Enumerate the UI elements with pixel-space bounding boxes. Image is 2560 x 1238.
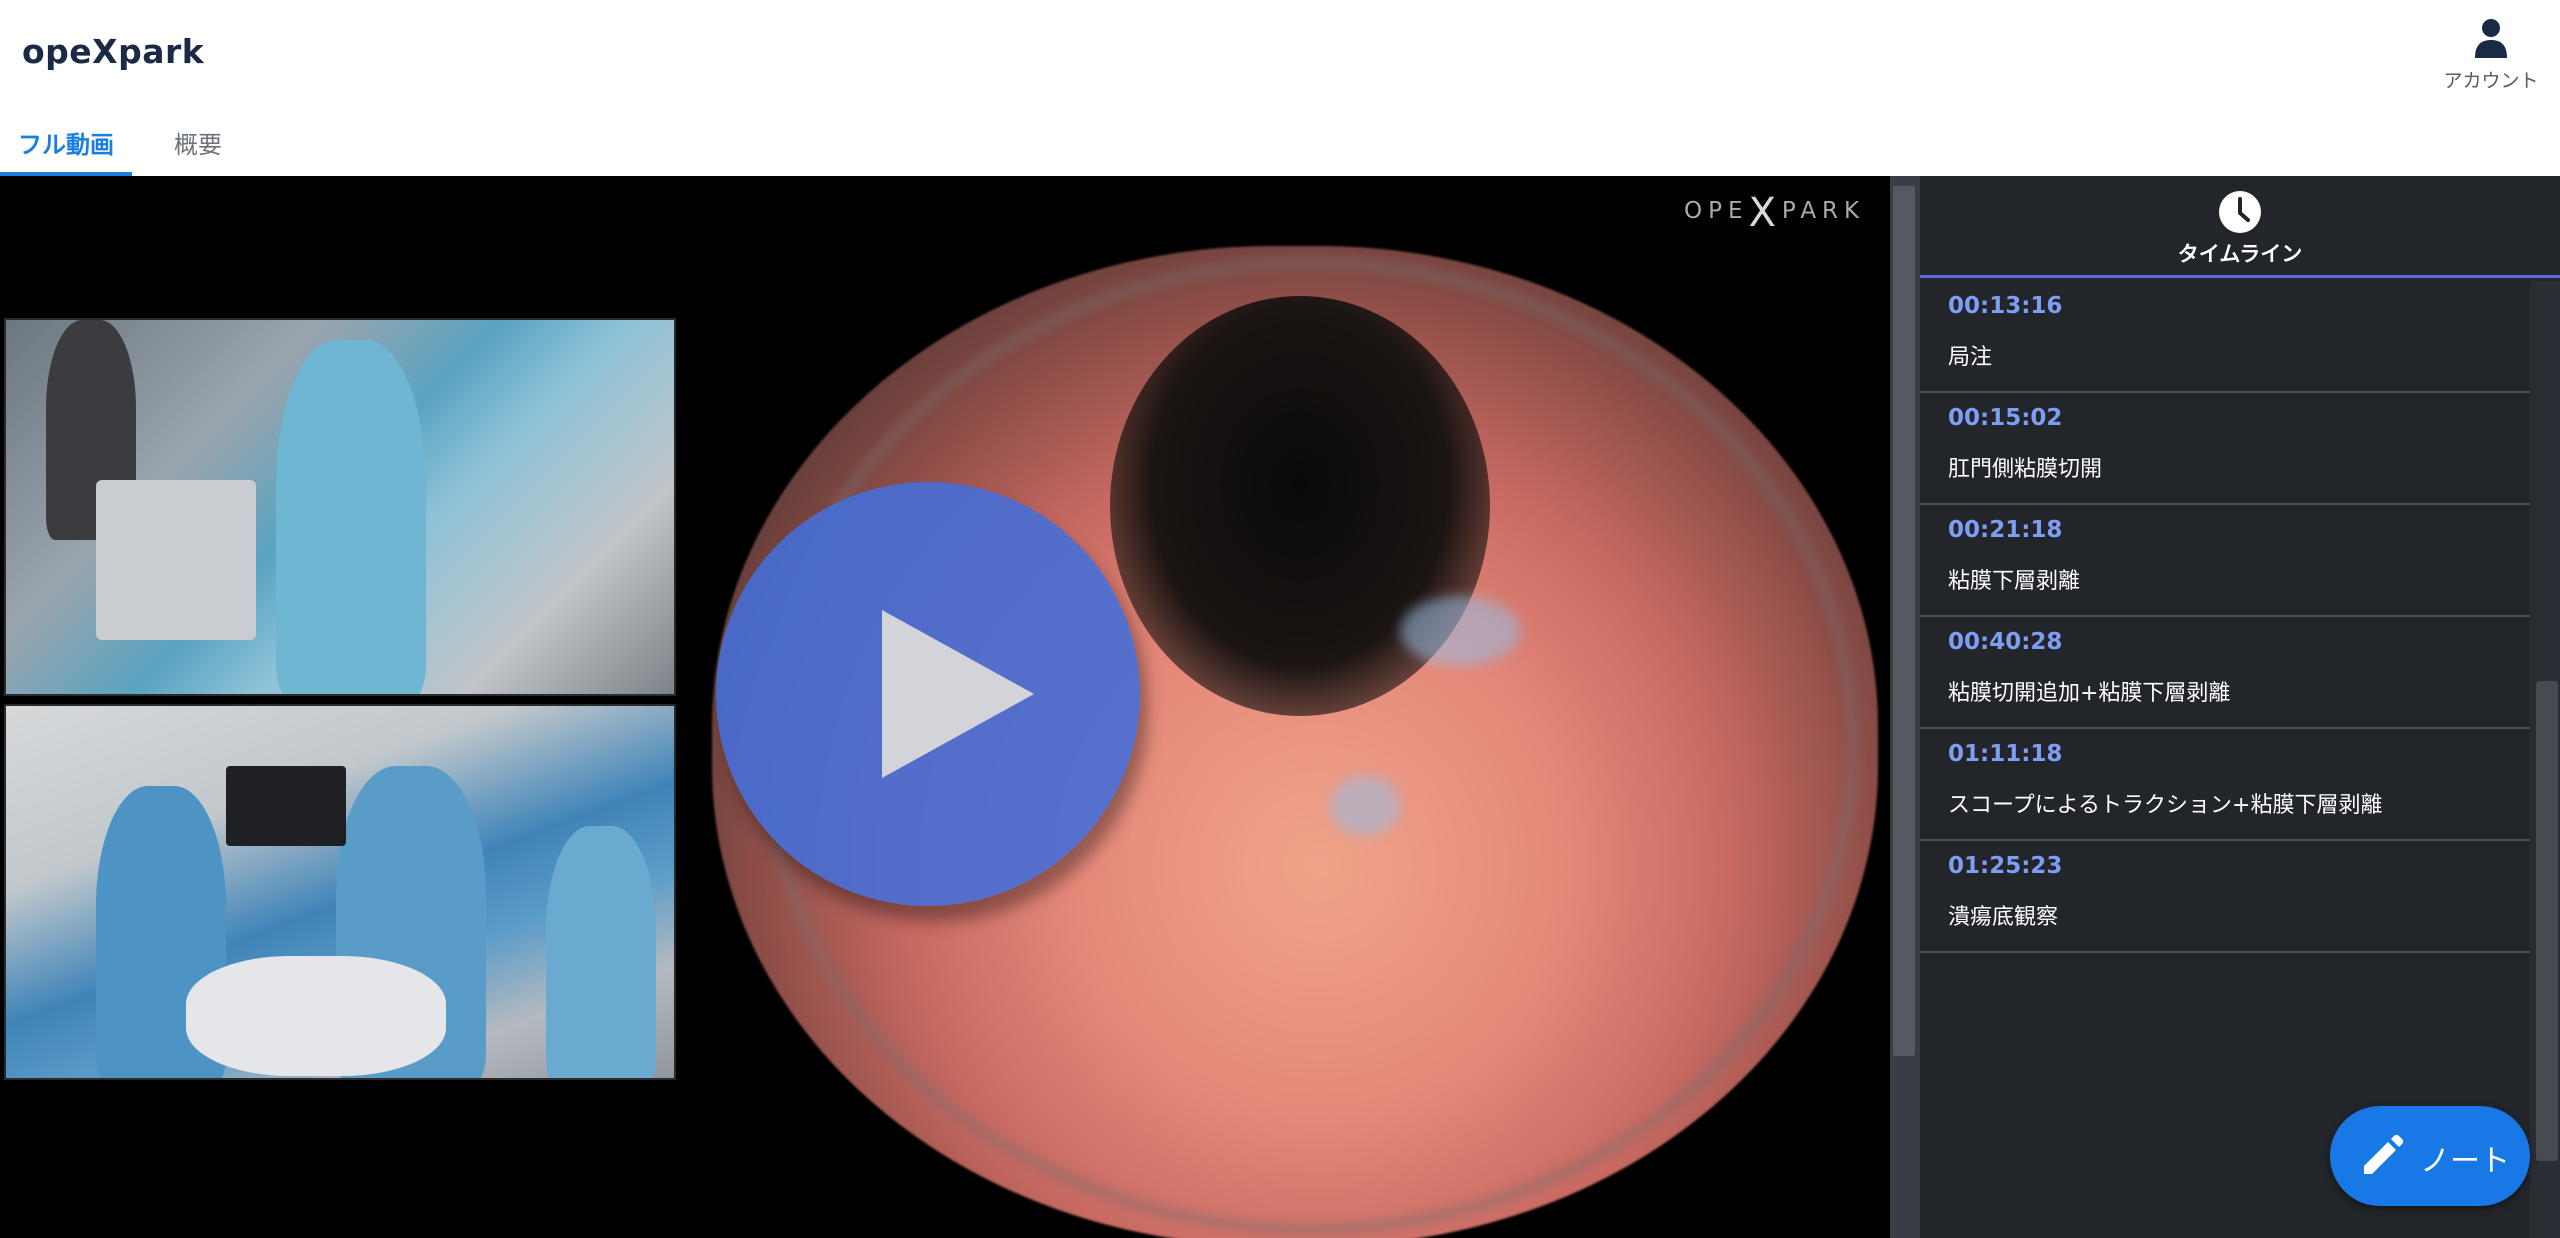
video-player[interactable]: OPEXPARK (0, 176, 1890, 1238)
pencil-icon (2364, 1134, 2404, 1174)
user-icon (2475, 19, 2507, 58)
timeline-title: タイムライン (2177, 242, 2303, 266)
timeline-scrollbar-thumb[interactable] (2536, 681, 2558, 1161)
timeline-item[interactable]: 00:21:18 粘膜下層剥離 (1920, 505, 2530, 617)
staff-figure (276, 340, 426, 694)
clock-icon (2219, 191, 2261, 233)
opexpark-watermark: OPEXPARK (1684, 190, 1866, 236)
timeline-item-time: 00:13:16 (1948, 293, 2063, 319)
timeline-item[interactable]: 01:25:23 潰瘍底観察 (1920, 841, 2530, 953)
equipment (96, 480, 256, 640)
play-icon (882, 610, 1034, 778)
timeline-item[interactable]: 00:13:16 局注 (1920, 281, 2530, 393)
account-button[interactable]: アカウント (2438, 18, 2544, 108)
tab-full-video[interactable]: フル動画 (0, 114, 132, 176)
timeline-item-label: 粘膜切開追加+粘膜下層剥離 (1948, 681, 2231, 706)
timeline-panel: タイムライン 00:13:16 局注 00:15:02 肛門側粘膜切開 00:2… (1920, 176, 2560, 1238)
video-scrollbar-thumb[interactable] (1893, 186, 1915, 1056)
camera-inset-bottom (4, 704, 676, 1080)
timeline-item[interactable]: 01:11:18 スコープによるトラクション+粘膜下層剥離 (1920, 729, 2530, 841)
camera-inset-top (4, 318, 676, 696)
timeline-item-time: 00:21:18 (1948, 517, 2063, 543)
timeline-item-time: 00:15:02 (1948, 405, 2063, 431)
timeline-item-label: 肛門側粘膜切開 (1948, 457, 2103, 482)
video-scrollbar[interactable] (1890, 176, 1920, 1238)
timeline-item-label: 粘膜下層剥離 (1948, 569, 2081, 594)
timeline-item-time: 01:11:18 (1948, 741, 2063, 767)
tab-bar: フル動画 概要 (0, 114, 2560, 176)
timeline-scrollbar[interactable] (2530, 281, 2560, 1238)
app-logo[interactable]: opeXpark (22, 32, 204, 71)
note-button[interactable]: ノート (2330, 1106, 2530, 1206)
play-button[interactable] (716, 482, 1140, 906)
timeline-item-time: 01:25:23 (1948, 853, 2063, 879)
patient (186, 956, 446, 1076)
timeline-item-label: 局注 (1948, 345, 1993, 370)
timeline-item-label: スコープによるトラクション+粘膜下層剥離 (1948, 793, 2383, 818)
timeline-header: タイムライン (1920, 176, 2560, 278)
account-label: アカウント (2443, 70, 2539, 92)
timeline-list: 00:13:16 局注 00:15:02 肛門側粘膜切開 00:21:18 粘膜… (1920, 281, 2530, 1121)
note-label: ノート (2420, 1144, 2510, 1179)
timeline-item-label: 潰瘍底観察 (1948, 905, 2059, 930)
timeline-item[interactable]: 00:15:02 肛門側粘膜切開 (1920, 393, 2530, 505)
timeline-item[interactable]: 00:40:28 粘膜切開追加+粘膜下層剥離 (1920, 617, 2530, 729)
timeline-item-time: 00:40:28 (1948, 629, 2063, 655)
endoscope-highlight (1400, 596, 1520, 666)
endoscope-highlight (1330, 776, 1400, 836)
app-header: opeXpark アカウント (0, 0, 2560, 114)
staff-figure (546, 826, 656, 1078)
tab-summary[interactable]: 概要 (148, 114, 248, 176)
monitor (226, 766, 346, 846)
